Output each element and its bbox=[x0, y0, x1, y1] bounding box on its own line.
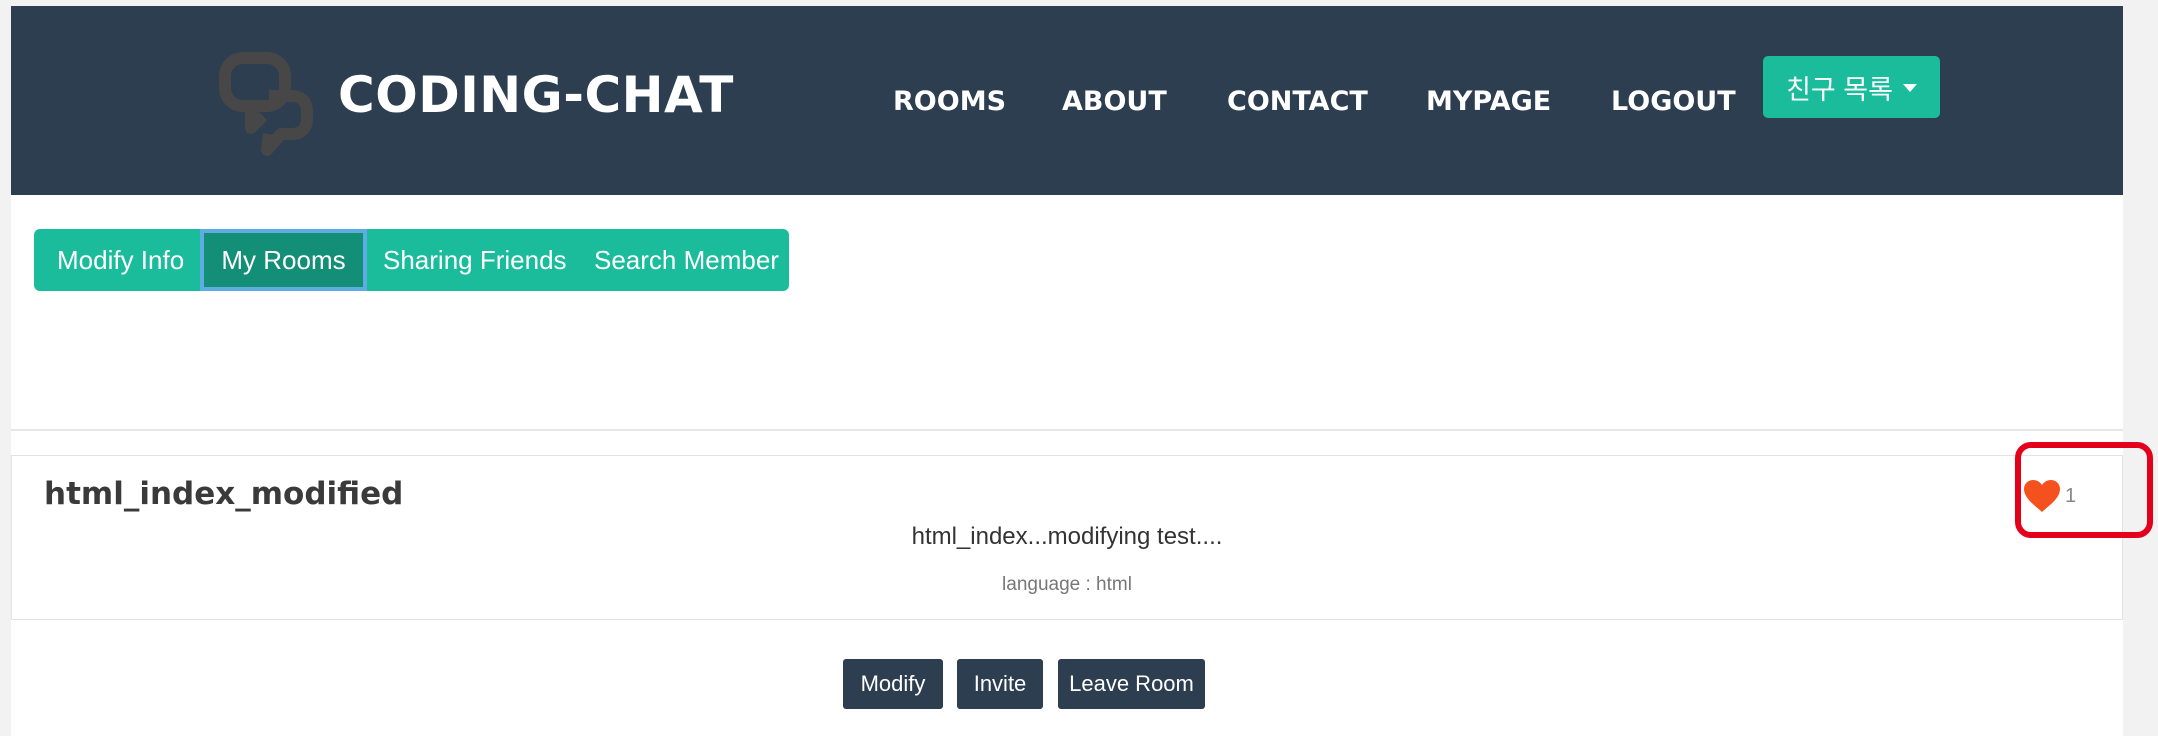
like-highlight-box bbox=[2015, 442, 2153, 538]
modify-button[interactable]: Modify bbox=[843, 659, 943, 709]
nav-mypage[interactable]: MYPAGE bbox=[1426, 86, 1551, 117]
nav-contact[interactable]: CONTACT bbox=[1227, 86, 1368, 117]
tab-sharing-friends[interactable]: Sharing Friends bbox=[383, 229, 567, 291]
leave-room-button[interactable]: Leave Room bbox=[1058, 659, 1205, 709]
friends-list-label: 친구 목록 bbox=[1786, 74, 1893, 105]
room-card[interactable]: html_index_modified html_index...modifyi… bbox=[11, 455, 2123, 620]
tab-search-member[interactable]: Search Member bbox=[594, 229, 779, 291]
tab-my-rooms[interactable]: My Rooms bbox=[200, 229, 367, 291]
room-title: html_index_modified bbox=[44, 476, 404, 512]
nav-logout[interactable]: LOGOUT bbox=[1611, 86, 1736, 117]
caret-down-icon bbox=[1902, 84, 1917, 92]
brand-name: CODING-CHAT bbox=[338, 66, 734, 124]
nav-rooms[interactable]: ROOMS bbox=[893, 86, 1006, 117]
nav-about[interactable]: ABOUT bbox=[1062, 86, 1167, 117]
room-description: html_index...modifying test.... bbox=[911, 523, 1223, 550]
chat-bubbles-icon bbox=[219, 52, 313, 156]
navbar: CODING-CHAT ROOMS ABOUT CONTACT MYPAGE L… bbox=[11, 6, 2123, 195]
tab-modify-info[interactable]: Modify Info bbox=[57, 229, 184, 291]
room-language: language : html bbox=[1002, 574, 1132, 595]
mypage-tabs: Modify Info My Rooms Sharing Friends Sea… bbox=[34, 229, 789, 291]
invite-button[interactable]: Invite bbox=[957, 659, 1043, 709]
section-divider bbox=[11, 429, 2123, 431]
friends-list-dropdown[interactable]: 친구 목록 bbox=[1763, 56, 1940, 118]
